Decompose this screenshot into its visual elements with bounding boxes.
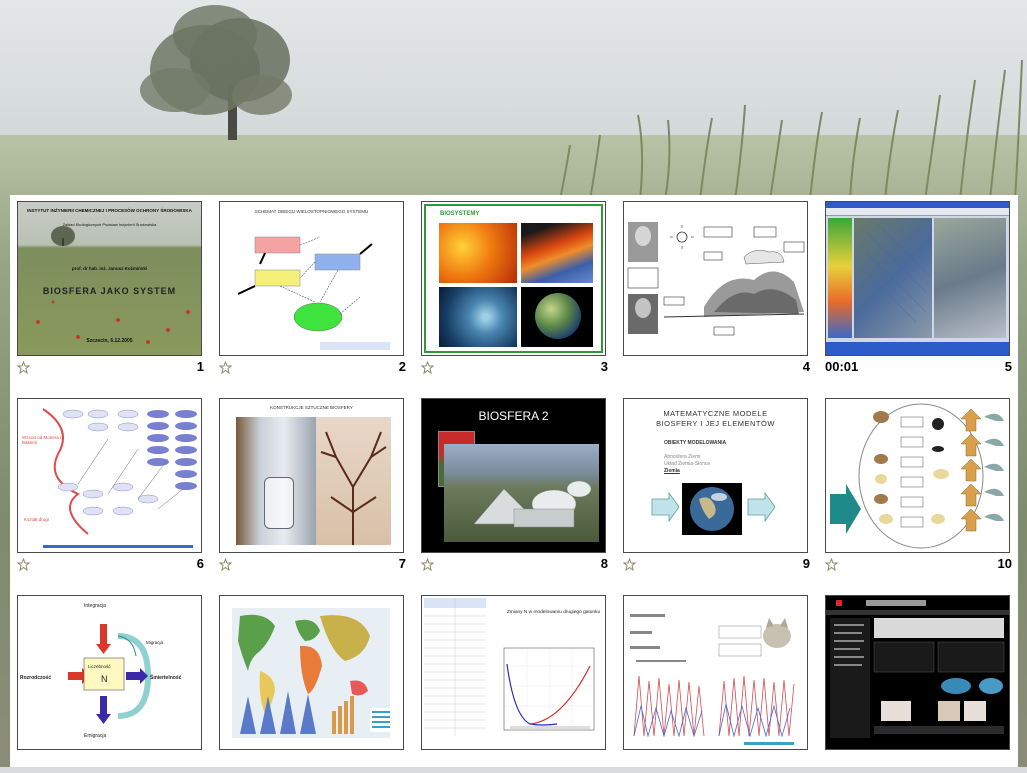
sun-image	[439, 223, 517, 283]
slide-1-title: BIOSFERA JAKO SYSTEM	[42, 286, 177, 296]
slide-number: 5	[1004, 359, 1012, 374]
slide-number: 2	[398, 359, 406, 374]
slide-14-cell[interactable]	[616, 589, 808, 773]
taskbar	[826, 342, 1009, 355]
star-icon	[623, 558, 636, 571]
slide-6-thumbnail[interactable]: Wzrost od Monera i Bakterii Kształt drog…	[17, 398, 202, 553]
slide-number: 7	[398, 556, 406, 571]
earth-layers-image	[521, 223, 593, 283]
slide-1-thumbnail[interactable]: INSTYTUT INŻYNIERII CHEMICZNEJ I PROCESÓ…	[17, 201, 202, 356]
star-icon	[825, 558, 838, 571]
slide-15-cell[interactable]	[818, 589, 1010, 773]
slide-number: 3	[600, 359, 608, 374]
slide-11-n: N	[101, 674, 108, 684]
slide-7-thumbnail[interactable]: KONSTRUKCJE SZTUCZNE BIOSFERY	[219, 398, 404, 553]
slide-4-cell[interactable]: 4	[616, 195, 810, 379]
slide-9-cell[interactable]: MATEMATYCZNE MODELE BIOSFERY I JEJ ELEME…	[616, 392, 810, 576]
slide-10-thumbnail[interactable]	[825, 398, 1010, 553]
slide-12-thumbnail[interactable]	[219, 595, 404, 750]
slide-15-thumbnail[interactable]	[825, 595, 1010, 750]
planet-image	[521, 287, 593, 347]
star-icon	[219, 361, 232, 374]
slide-2-thumbnail[interactable]: SCHEMAT OBIEGU WIELOSTOPNIOWEGO SYSTEMU	[219, 201, 404, 356]
slide-number: 10	[997, 556, 1012, 571]
slide-1-cell[interactable]: INSTYTUT INŻYNIERII CHEMICZNEJ I PROCESÓ…	[10, 195, 204, 379]
slide-11-side: Migracja	[146, 640, 164, 645]
slide-6-label-b: Kształt drogi	[24, 517, 49, 522]
slide-1-author: prof. dr hab. inż. Janusz Koźmiński	[71, 266, 148, 271]
slide-5-cell[interactable]: 00:01 5	[818, 195, 1012, 379]
slide-2-cell[interactable]: SCHEMAT OBIEGU WIELOSTOPNIOWEGO SYSTEMU	[212, 195, 406, 379]
slide-timing: 00:01	[825, 359, 859, 374]
slide-1-date: Szczecin, 6.12.2005	[86, 338, 133, 344]
slide-11-cell[interactable]: Integracja Emigracja Rozrodczość Śmierte…	[10, 589, 202, 773]
slide-6-cell[interactable]: Wzrost od Monera i Bakterii Kształt drog…	[10, 392, 204, 576]
slide-4-thumbnail[interactable]	[623, 201, 808, 356]
slide-14-thumbnail[interactable]	[623, 595, 808, 750]
glass-jar-photo	[236, 417, 316, 545]
slide-11-center: Liczebność	[88, 664, 111, 669]
slide-3-cell[interactable]: BIOSYSTEMY 3	[414, 195, 608, 379]
slide-6-label-a: Wzrost od Monera i Bakterii	[22, 435, 62, 445]
slide-5-thumbnail[interactable]	[825, 201, 1010, 356]
star-icon	[421, 361, 434, 374]
coral-photo	[316, 417, 391, 545]
slide-number: 4	[802, 359, 810, 374]
slide-7-cell[interactable]: KONSTRUKCJE SZTUCZNE BIOSFERY 7	[212, 392, 406, 576]
slide-number: 6	[196, 556, 204, 571]
slide-11-thumbnail[interactable]: Integracja Emigracja Rozrodczość Śmierte…	[17, 595, 202, 750]
star-icon	[17, 558, 30, 571]
slide-10-cell[interactable]: 10	[818, 392, 1012, 576]
slide-12-cell[interactable]	[212, 589, 404, 773]
biosphere2-photo	[444, 444, 599, 542]
slide-number: 9	[802, 556, 810, 571]
star-icon	[219, 558, 232, 571]
slide-sorter-panel: INSTYTUT INŻYNIERII CHEMICZNEJ I PROCESÓ…	[10, 195, 1018, 767]
slide-13-thumbnail[interactable]: Zmiany N w modelowaniu drugiego gatunku	[421, 595, 606, 750]
slide-number: 1	[196, 359, 204, 374]
slide-8-title: BIOSFERA 2	[478, 409, 549, 423]
slide-11-right: Śmiertelność	[150, 675, 182, 681]
slide-7-title: KONSTRUKCJE SZTUCZNE BIOSFERY	[270, 405, 353, 410]
slide-13-cell[interactable]: Zmiany N w modelowaniu drugiego gatunku	[414, 589, 606, 773]
ocean-image	[439, 287, 517, 347]
slide-9-thumbnail[interactable]: MATEMATYCZNE MODELE BIOSFERY I JEJ ELEME…	[623, 398, 808, 553]
slide-8-cell[interactable]: BIOSFERA 2 8	[414, 392, 608, 576]
slide-11-left: Rozrodczość	[20, 675, 52, 681]
slide-11-bottom: Emigracja	[84, 733, 107, 739]
star-icon	[421, 558, 434, 571]
slide-3-thumbnail[interactable]: BIOSYSTEMY	[421, 201, 606, 356]
slide-number: 8	[600, 556, 608, 571]
slide-3-title: BIOSYSTEMY	[440, 211, 480, 217]
slide-11-top: Integracja	[84, 603, 106, 609]
slide-8-thumbnail[interactable]: BIOSFERA 2	[421, 398, 606, 553]
slide-13-title: Zmiany N w modelowaniu drugiego gatunku	[506, 610, 601, 615]
star-icon	[17, 361, 30, 374]
